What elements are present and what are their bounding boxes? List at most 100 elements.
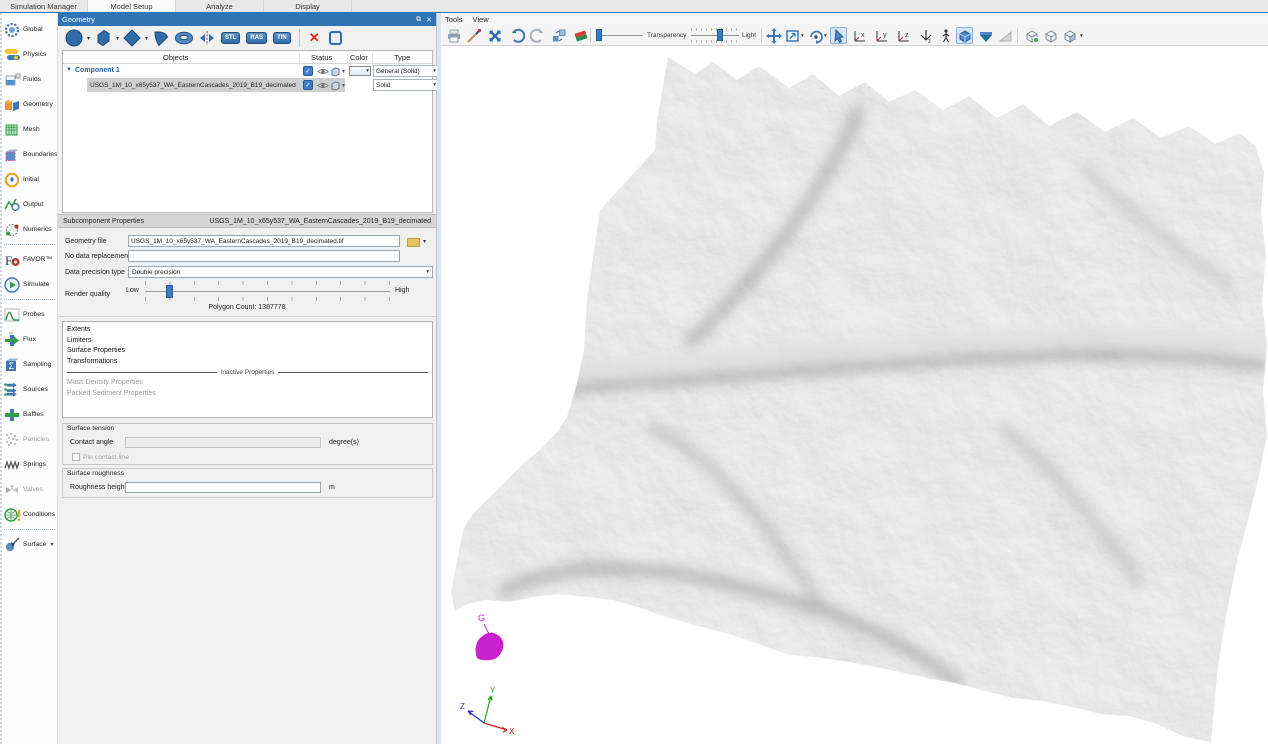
chevron-down-icon[interactable]: ▾ bbox=[87, 35, 90, 42]
delete-object-button[interactable]: ✕ bbox=[309, 30, 320, 46]
sidebar-item-mesh[interactable]: Mesh bbox=[2, 117, 57, 142]
swap-objects-button[interactable] bbox=[550, 27, 567, 44]
add-diamond-button[interactable] bbox=[122, 28, 142, 48]
pin-contact-line-checkbox[interactable] bbox=[72, 453, 80, 461]
column-header-objects[interactable]: Objects bbox=[163, 53, 188, 62]
sidebar-item-fluids[interactable]: Fluids bbox=[2, 67, 57, 92]
sidebar-item-global[interactable]: Global bbox=[2, 17, 57, 42]
sidebar-item-probes[interactable]: Probes bbox=[2, 302, 57, 327]
subcomponent-type-select[interactable]: Solid▾ bbox=[373, 79, 439, 91]
transparency-slider-track[interactable] bbox=[597, 35, 643, 36]
subcomponent-name[interactable]: USGS_1M_10_x65y537_WA_EasternCascades_20… bbox=[90, 82, 296, 89]
contact-angle-input[interactable] bbox=[125, 437, 321, 448]
import-raster-button[interactable]: RAS bbox=[246, 32, 267, 44]
select-cursor-button[interactable] bbox=[830, 27, 847, 44]
perspective-cube-button[interactable] bbox=[956, 27, 973, 44]
sidebar-item-boundaries[interactable]: Boundaries bbox=[2, 142, 57, 167]
roughness-height-input[interactable] bbox=[125, 482, 321, 493]
chevron-down-icon[interactable]: ▾ bbox=[342, 68, 345, 75]
rotate-view-button[interactable] bbox=[807, 27, 824, 44]
add-cone-button[interactable] bbox=[151, 28, 171, 48]
list-item-limiters[interactable]: Limiters bbox=[67, 336, 432, 347]
sidebar-item-geometry[interactable]: Geometry bbox=[2, 92, 57, 117]
add-torus-button[interactable] bbox=[173, 28, 195, 48]
center-view-button[interactable] bbox=[486, 27, 503, 44]
clip-plane-button[interactable] bbox=[977, 27, 994, 44]
transparency-slider-handle[interactable] bbox=[596, 29, 602, 41]
tab-simulation-manager[interactable]: Simulation Manager bbox=[0, 0, 88, 12]
color-swatch-dropdown[interactable]: ▾ bbox=[349, 66, 371, 76]
sidebar-item-particles[interactable]: Particles bbox=[2, 427, 57, 452]
wireframe-cube-button[interactable] bbox=[1042, 27, 1059, 44]
sidebar-item-output[interactable]: Output bbox=[2, 192, 57, 217]
table-row-component[interactable]: ▼ Component 1 ✓ ▾ ▾ General (Solid)▾ bbox=[63, 64, 432, 78]
light-slider-handle[interactable] bbox=[717, 29, 723, 41]
render-quality-slider-handle[interactable] bbox=[166, 285, 173, 298]
probe-annotate-button[interactable] bbox=[465, 27, 482, 44]
view-z-axis-button[interactable]: z bbox=[895, 27, 912, 44]
undo-view-button[interactable] bbox=[508, 27, 525, 44]
subcomponent-enabled-checkbox[interactable]: ✓ bbox=[303, 80, 313, 90]
sidebar-item-surface[interactable]: Surface ▾ bbox=[2, 532, 57, 557]
sidebar-item-initial[interactable]: Initial bbox=[2, 167, 57, 192]
visibility-eye-icon[interactable] bbox=[317, 67, 329, 78]
import-stl-button[interactable]: STL bbox=[221, 32, 240, 44]
copy-object-button[interactable] bbox=[329, 31, 342, 45]
table-row-subcomponent[interactable]: USGS_1M_10_x65y537_WA_EasternCascades_20… bbox=[63, 78, 432, 92]
list-item-packed-sediment[interactable]: Packed Sediment Properties bbox=[67, 389, 432, 400]
eraser-button[interactable] bbox=[572, 27, 589, 44]
render-quality-slider-track[interactable] bbox=[145, 291, 390, 292]
chevron-down-icon[interactable]: ▾ bbox=[824, 33, 827, 39]
column-header-status[interactable]: Status bbox=[311, 53, 332, 62]
add-sphere-button[interactable] bbox=[64, 28, 84, 48]
mirror-button[interactable] bbox=[197, 28, 217, 48]
redo-view-button[interactable] bbox=[529, 27, 546, 44]
sidebar-item-conditions[interactable]: Conditions bbox=[2, 502, 57, 527]
add-box-button[interactable] bbox=[93, 28, 113, 48]
chevron-down-icon[interactable]: ▾ bbox=[801, 33, 804, 39]
chevron-down-icon[interactable]: ▾ bbox=[116, 35, 119, 42]
sidebar-item-flux[interactable]: Flux bbox=[2, 327, 57, 352]
list-item-surface-properties[interactable]: Surface Properties bbox=[67, 346, 432, 357]
data-precision-select[interactable]: Double precision▾ bbox=[128, 266, 433, 278]
float-panel-icon[interactable]: ⧉ bbox=[416, 16, 421, 24]
isometric-view-button[interactable]: z bbox=[917, 27, 934, 44]
view-y-axis-button[interactable]: y bbox=[873, 27, 890, 44]
import-tin-button[interactable]: TIN bbox=[273, 32, 291, 44]
tree-expand-icon[interactable]: ▼ bbox=[66, 67, 72, 73]
tab-analyze[interactable]: Analyze bbox=[176, 0, 264, 12]
light-slider-track[interactable] bbox=[691, 35, 739, 36]
shaded-face-cube-button[interactable] bbox=[1061, 27, 1078, 44]
sidebar-item-simulate[interactable]: Simulate bbox=[2, 272, 57, 297]
list-item-mass-density[interactable]: Mass Density Properties bbox=[67, 378, 432, 389]
sidebar-item-numerics[interactable]: Numerics bbox=[2, 217, 57, 242]
chevron-down-icon[interactable]: ▾ bbox=[50, 541, 53, 548]
no-data-replacement-input[interactable] bbox=[128, 250, 400, 262]
browse-folder-button[interactable] bbox=[405, 235, 420, 247]
sidebar-item-favor[interactable]: F FAVOR™ bbox=[2, 247, 57, 272]
mesh-domain-cube-button[interactable] bbox=[1023, 27, 1040, 44]
3d-viewport[interactable]: G Y X Z bbox=[441, 46, 1268, 744]
sidebar-item-valves[interactable]: Valves bbox=[2, 477, 57, 502]
sidebar-item-baffles[interactable]: Baffles bbox=[2, 402, 57, 427]
component-name[interactable]: Component 1 bbox=[75, 67, 120, 74]
list-item-transformations[interactable]: Transformations bbox=[67, 357, 432, 368]
render-mode-cube-icon[interactable] bbox=[330, 80, 341, 93]
chevron-down-icon[interactable]: ▾ bbox=[342, 82, 345, 89]
visibility-eye-icon[interactable] bbox=[317, 81, 329, 92]
list-item-extents[interactable]: Extents bbox=[67, 325, 432, 336]
geometry-file-input[interactable] bbox=[128, 235, 400, 247]
chevron-down-icon[interactable]: ▾ bbox=[1080, 33, 1083, 39]
column-header-type[interactable]: Type bbox=[394, 53, 410, 62]
sidebar-item-sources[interactable]: Sources bbox=[2, 377, 57, 402]
column-header-color[interactable]: Color bbox=[350, 53, 368, 62]
component-enabled-checkbox[interactable]: ✓ bbox=[303, 66, 313, 76]
component-type-select[interactable]: General (Solid)▾ bbox=[373, 65, 439, 77]
close-panel-icon[interactable]: ✕ bbox=[426, 16, 432, 24]
chevron-down-icon[interactable]: ▾ bbox=[145, 35, 148, 42]
pin-contact-line-row[interactable]: Pin contact line bbox=[72, 453, 129, 461]
sidebar-item-physics[interactable]: Physics bbox=[2, 42, 57, 67]
sidebar-item-sampling[interactable]: Σ Sampling bbox=[2, 352, 57, 377]
tab-model-setup[interactable]: Model Setup bbox=[88, 0, 176, 12]
view-x-axis-button[interactable]: x bbox=[851, 27, 868, 44]
